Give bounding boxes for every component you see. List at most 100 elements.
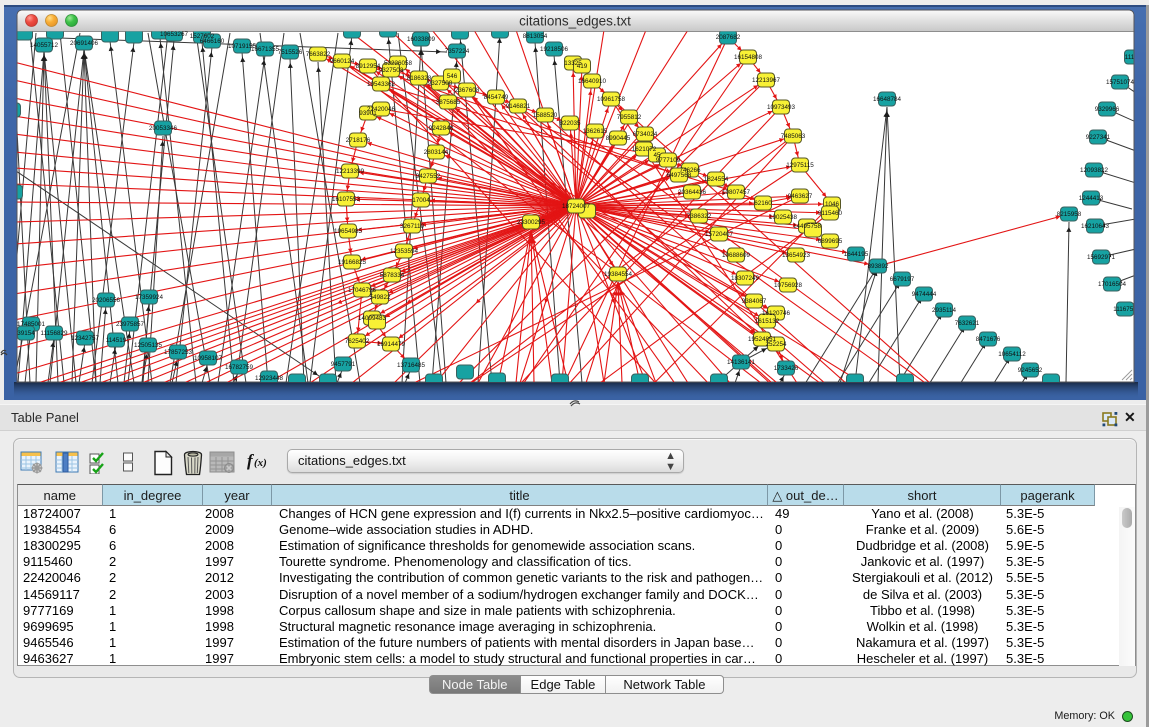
svg-text:(x): (x) bbox=[254, 457, 267, 469]
svg-text:62160: 62160 bbox=[754, 200, 772, 207]
svg-text:9463627: 9463627 bbox=[788, 193, 813, 200]
svg-text:1588520: 1588520 bbox=[533, 112, 558, 119]
svg-text:15692971: 15692971 bbox=[1087, 254, 1116, 261]
svg-text:2718176: 2718176 bbox=[346, 137, 371, 144]
svg-text:7625402: 7625402 bbox=[345, 338, 370, 345]
svg-text:9327508: 9327508 bbox=[428, 80, 453, 87]
svg-text:20691406: 20691406 bbox=[70, 40, 99, 47]
svg-text:14099483: 14099483 bbox=[358, 315, 387, 322]
svg-text:8471676: 8471676 bbox=[976, 336, 1001, 343]
svg-text:16648784: 16648784 bbox=[873, 96, 902, 103]
svg-text:23975857: 23975857 bbox=[116, 321, 145, 328]
svg-text:9777109: 9777109 bbox=[656, 157, 681, 164]
svg-text:14136141: 14136141 bbox=[727, 359, 756, 366]
svg-text:10756928: 10756928 bbox=[774, 282, 803, 289]
svg-text:3267110: 3267110 bbox=[400, 223, 425, 230]
svg-text:16914479: 16914479 bbox=[377, 341, 406, 348]
svg-text:9242848: 9242848 bbox=[429, 125, 454, 132]
svg-text:1244413: 1244413 bbox=[1079, 195, 1104, 202]
svg-text:7485063: 7485063 bbox=[781, 133, 806, 140]
svg-text:10543362: 10543362 bbox=[367, 81, 396, 88]
svg-text:549822: 549822 bbox=[369, 294, 391, 301]
svg-text:12213967: 12213967 bbox=[752, 77, 781, 84]
svg-text:7955812: 7955812 bbox=[617, 114, 642, 121]
svg-text:23300295: 23300295 bbox=[517, 219, 546, 226]
svg-text:8813054: 8813054 bbox=[523, 33, 548, 40]
svg-text:6466160: 6466160 bbox=[200, 38, 225, 45]
svg-text:3875685: 3875685 bbox=[436, 99, 461, 106]
svg-text:9115460: 9115460 bbox=[818, 210, 843, 217]
svg-text:2367608: 2367608 bbox=[455, 87, 480, 94]
svg-text:1615132: 1615132 bbox=[755, 318, 780, 325]
svg-text:16782759: 16782759 bbox=[225, 364, 254, 371]
svg-text:2087682: 2087682 bbox=[716, 34, 741, 41]
svg-text:822035: 822035 bbox=[559, 120, 581, 127]
svg-text:16120746: 16120746 bbox=[762, 310, 791, 317]
svg-text:12342757: 12342757 bbox=[71, 335, 100, 342]
svg-text:6679197: 6679197 bbox=[890, 276, 915, 283]
svg-text:7357224: 7357224 bbox=[445, 48, 470, 55]
svg-text:8912954: 8912954 bbox=[356, 63, 381, 70]
svg-text:10961758: 10961758 bbox=[597, 96, 626, 103]
svg-text:9427552: 9427552 bbox=[416, 173, 441, 180]
svg-text:9474444: 9474444 bbox=[912, 291, 937, 298]
svg-text:1733426: 1733426 bbox=[774, 365, 799, 372]
svg-text:1824554: 1824554 bbox=[704, 176, 729, 183]
svg-text:7386322: 7386322 bbox=[687, 213, 712, 220]
svg-text:10654112: 10654112 bbox=[998, 351, 1026, 358]
svg-text:9457791: 9457791 bbox=[331, 361, 356, 368]
svg-text:18724007: 18724007 bbox=[562, 203, 591, 210]
svg-text:14495758: 14495758 bbox=[793, 223, 822, 230]
svg-text:19654985: 19654985 bbox=[334, 228, 363, 235]
svg-text:12975115: 12975115 bbox=[786, 162, 814, 169]
svg-text:39154: 39154 bbox=[17, 330, 35, 337]
svg-text:6899695: 6899695 bbox=[818, 238, 843, 245]
svg-text:17857253: 17857253 bbox=[164, 349, 193, 356]
svg-text:114519: 114519 bbox=[106, 337, 127, 344]
svg-text:10025438: 10025438 bbox=[769, 214, 798, 221]
svg-text:12353594: 12353594 bbox=[390, 248, 419, 255]
svg-text:16640910: 16640910 bbox=[578, 78, 607, 85]
svg-text:419: 419 bbox=[577, 63, 588, 70]
svg-text:20206556: 20206556 bbox=[92, 297, 121, 304]
svg-text:15720407: 15720407 bbox=[705, 231, 734, 238]
svg-text:19166825: 19166825 bbox=[338, 259, 367, 266]
svg-text:17046796: 17046796 bbox=[348, 287, 377, 294]
svg-text:16107553: 16107553 bbox=[332, 196, 361, 203]
svg-text:5878334: 5878334 bbox=[380, 272, 405, 279]
svg-text:252254: 252254 bbox=[765, 341, 787, 348]
svg-text:9327503: 9327503 bbox=[379, 67, 404, 74]
svg-text:9146821: 9146821 bbox=[506, 103, 531, 110]
svg-text:53226058: 53226058 bbox=[384, 60, 413, 67]
svg-text:10807457: 10807457 bbox=[722, 189, 751, 196]
svg-text:17359924: 17359924 bbox=[135, 294, 164, 301]
svg-text:8215958: 8215958 bbox=[1057, 211, 1082, 218]
svg-text:2935114: 2935114 bbox=[932, 307, 957, 314]
svg-text:16154808: 16154808 bbox=[734, 54, 763, 61]
svg-text:20053346: 20053346 bbox=[149, 125, 178, 132]
svg-text:9329966: 9329966 bbox=[1095, 106, 1120, 113]
svg-text:2803144: 2803144 bbox=[424, 149, 449, 156]
svg-text:8990445: 8990445 bbox=[606, 135, 631, 142]
svg-text:17485001: 17485001 bbox=[17, 321, 46, 328]
svg-text:12093822: 12093822 bbox=[1080, 167, 1109, 174]
svg-text:10653267: 10653267 bbox=[160, 31, 189, 38]
svg-text:12505135: 12505135 bbox=[134, 342, 163, 349]
svg-text:13654923: 13654923 bbox=[782, 252, 811, 259]
svg-text:9660124: 9660124 bbox=[330, 58, 355, 65]
svg-text:546: 546 bbox=[447, 73, 458, 80]
svg-text:1046: 1046 bbox=[825, 201, 840, 208]
svg-text:6497568: 6497568 bbox=[667, 172, 692, 179]
svg-text:893892: 893892 bbox=[867, 263, 889, 270]
svg-text:11156829: 11156829 bbox=[40, 330, 68, 337]
svg-text:13716485: 13716485 bbox=[397, 362, 426, 369]
svg-text:17016504: 17016504 bbox=[1098, 281, 1127, 288]
svg-text:7632621: 7632621 bbox=[955, 320, 980, 327]
svg-text:22420046: 22420046 bbox=[367, 106, 396, 113]
svg-text:16033809: 16033809 bbox=[407, 36, 436, 43]
svg-text:12213399: 12213399 bbox=[336, 168, 365, 175]
svg-text:6734024: 6734024 bbox=[633, 131, 658, 138]
svg-text:19384554: 19384554 bbox=[604, 271, 633, 278]
svg-text:9227341: 9227341 bbox=[1086, 134, 1111, 141]
svg-text:17004: 17004 bbox=[412, 197, 430, 204]
